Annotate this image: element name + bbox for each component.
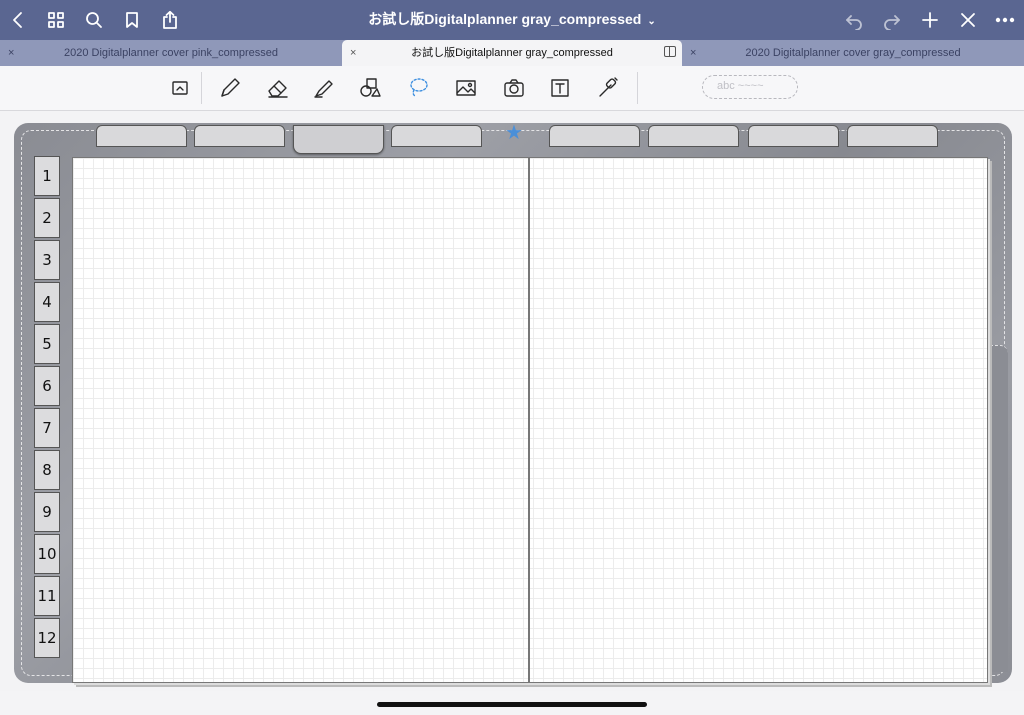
tab-close-icon[interactable]: × [8, 40, 14, 66]
home-indicator[interactable] [377, 702, 647, 707]
month-tab-5[interactable]: 5 [34, 324, 60, 364]
eraser-icon[interactable] [264, 74, 292, 102]
tab-label: 2020 Digitalplanner cover gray_compresse… [745, 47, 961, 59]
back-icon[interactable] [4, 6, 32, 34]
month-tab-3[interactable]: 3 [34, 240, 60, 280]
toolbar-divider [637, 72, 638, 104]
image-icon[interactable] [452, 74, 480, 102]
lasso-icon[interactable] [404, 74, 432, 102]
page-spine [528, 157, 530, 683]
close-icon[interactable] [954, 6, 982, 34]
redo-icon[interactable] [878, 6, 906, 34]
shapes-icon[interactable] [356, 74, 384, 102]
read-mode-icon[interactable] [166, 74, 194, 102]
share-icon[interactable] [156, 6, 184, 34]
tab-close-icon[interactable]: × [350, 40, 356, 66]
month-tab-4[interactable]: 4 [34, 282, 60, 322]
tab-label: 2020 Digitalplanner cover pink_compresse… [63, 47, 278, 59]
grid-page-spread[interactable] [72, 157, 988, 683]
navigation-bar: お試し版Digitalplanner gray_compressed ⌄ [0, 0, 1024, 40]
top-index-tab-5[interactable] [549, 125, 640, 147]
tab-cover-pink[interactable]: × 2020 Digitalplanner cover pink_compres… [0, 40, 342, 66]
month-tab-12[interactable]: 12 [34, 618, 60, 658]
notebook-canvas[interactable] [0, 111, 1024, 691]
month-tab-9[interactable]: 9 [34, 492, 60, 532]
document-tabs: × 2020 Digitalplanner cover pink_compres… [0, 40, 1024, 67]
toolbar-divider [201, 72, 202, 104]
plus-icon[interactable] [916, 6, 944, 34]
text-icon[interactable] [546, 74, 574, 102]
highlighter-icon[interactable] [310, 74, 338, 102]
document-title[interactable]: お試し版Digitalplanner gray_compressed ⌄ [300, 0, 724, 40]
month-tab-6[interactable]: 6 [34, 366, 60, 406]
tab-label: お試し版Digitalplanner gray_compressed [411, 47, 613, 59]
tab-gray-active[interactable]: × お試し版Digitalplanner gray_compressed [342, 40, 682, 67]
pen-icon[interactable] [216, 74, 244, 102]
month-tab-7[interactable]: 7 [34, 408, 60, 448]
camera-icon[interactable] [500, 74, 528, 102]
tool-bar [0, 66, 1024, 111]
top-index-tab-1[interactable] [96, 125, 187, 147]
star-icon[interactable]: ★ [505, 122, 523, 144]
more-icon[interactable] [991, 6, 1019, 34]
month-tab-11[interactable]: 11 [34, 576, 60, 616]
planner-cover [14, 123, 1012, 683]
month-tab-10[interactable]: 10 [34, 534, 60, 574]
undo-icon[interactable] [840, 6, 868, 34]
bookmark-icon[interactable] [118, 6, 146, 34]
tab-cover-gray[interactable]: × 2020 Digitalplanner cover gray_compres… [682, 40, 1024, 66]
top-index-tab-6[interactable] [648, 125, 739, 147]
month-tab-1[interactable]: 1 [34, 156, 60, 196]
document-title-text: お試し版Digitalplanner gray_compressed [368, 11, 642, 27]
handwriting-to-text-field[interactable]: abc ~~~~ [702, 75, 798, 99]
top-index-tab-2[interactable] [194, 125, 285, 147]
top-index-tab-3[interactable] [293, 125, 384, 154]
top-index-tab-8[interactable] [847, 125, 938, 147]
top-index-tab-4[interactable] [391, 125, 482, 147]
top-index-tab-7[interactable] [748, 125, 839, 147]
search-icon[interactable] [80, 6, 108, 34]
month-tab-8[interactable]: 8 [34, 450, 60, 490]
grid-icon[interactable] [42, 6, 70, 34]
split-view-icon[interactable] [664, 46, 676, 57]
tab-close-icon[interactable]: × [690, 40, 696, 66]
laser-pointer-icon[interactable] [594, 74, 622, 102]
month-tab-2[interactable]: 2 [34, 198, 60, 238]
chevron-down-icon: ⌄ [647, 16, 656, 27]
